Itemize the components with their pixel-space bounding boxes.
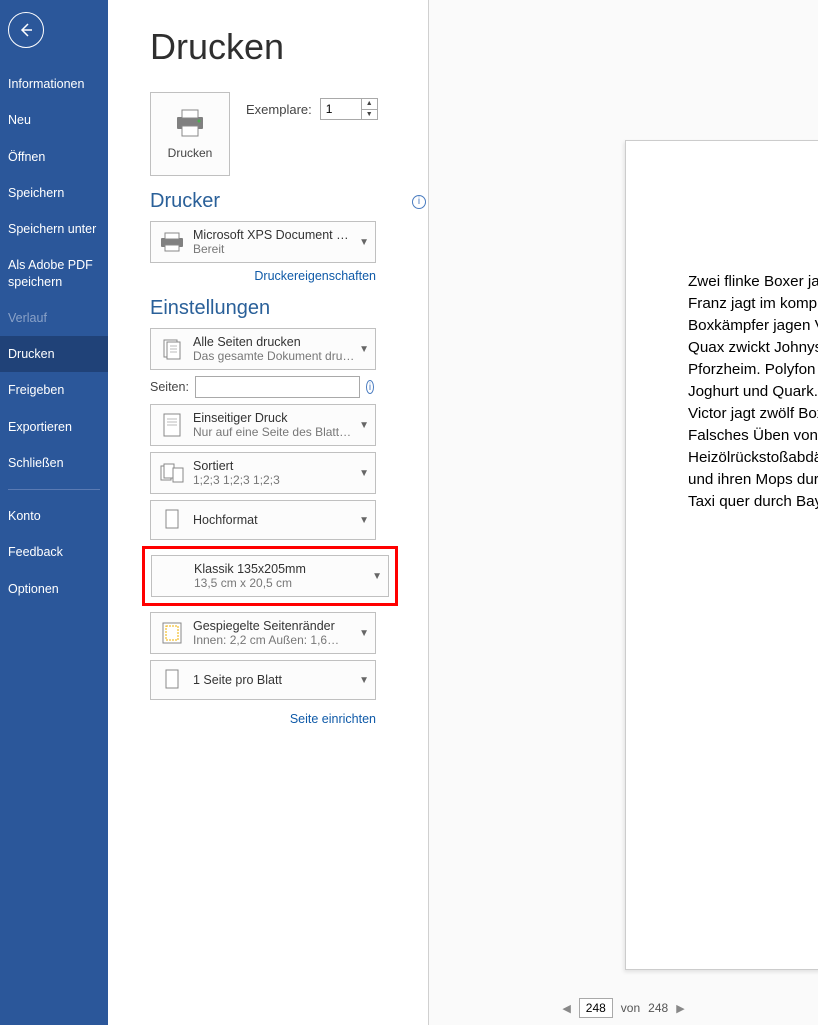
page-setup-link[interactable]: Seite einrichten — [150, 712, 376, 726]
preview-line: Franz jagt im komplett v — [688, 293, 818, 315]
sidebar-item-speichern[interactable]: Speichern — [0, 175, 108, 211]
chevron-down-icon: ▼ — [359, 468, 369, 479]
page-title: Drucken — [150, 26, 428, 68]
sidebar-item-exportieren[interactable]: Exportieren — [0, 409, 108, 445]
chevron-down-icon: ▼ — [359, 515, 369, 526]
printer-heading: Drucker — [150, 190, 220, 213]
paper-icon — [158, 561, 188, 591]
preview-line: Falsches Üben von Xy — [688, 425, 818, 447]
preview-line: Heizölrückstoßabdämpf — [688, 447, 818, 469]
chevron-down-icon: ▼ — [359, 675, 369, 686]
print-scope-line2: Das gesamte Dokument dru… — [193, 349, 355, 363]
sidebar-item-speichern-unter[interactable]: Speichern unter — [0, 211, 108, 247]
print-scope-line1: Alle Seiten drucken — [193, 335, 355, 349]
chevron-down-icon: ▼ — [359, 420, 369, 431]
paper-size-dropdown[interactable]: Klassik 135x205mm 13,5 cm x 20,5 cm ▼ — [151, 555, 389, 597]
preview-line: Quax zwickt Johnys P — [688, 337, 818, 359]
collate-line1: Sortiert — [193, 459, 355, 473]
printer-small-icon — [157, 227, 187, 257]
sidebar-item-freigeben[interactable]: Freigeben — [0, 372, 108, 408]
collate-line2: 1;2;3 1;2;3 1;2;3 — [193, 473, 355, 487]
chevron-down-icon: ▼ — [359, 344, 369, 355]
margins-icon — [157, 618, 187, 648]
copies-spinner[interactable]: ▲ ▼ — [320, 98, 378, 120]
of-label: von — [621, 1001, 640, 1015]
pages-info-icon[interactable]: i — [366, 380, 374, 394]
sidebar-item-neu[interactable]: Neu — [0, 102, 108, 138]
preview-area: Zwei flinke Boxer jagen Franz jagt im ko… — [429, 0, 818, 995]
sidebar-item-konto[interactable]: Konto — [0, 498, 108, 534]
collate-icon — [157, 458, 187, 488]
sidebar-divider — [8, 489, 100, 490]
single-side-icon — [157, 410, 187, 440]
printer-info-icon[interactable]: i — [412, 195, 426, 209]
sidebar-item-drucken[interactable]: Drucken — [0, 336, 108, 372]
chevron-down-icon: ▼ — [359, 237, 369, 248]
prev-page-button[interactable]: ◀ — [562, 1002, 570, 1015]
print-preview-pane: Zwei flinke Boxer jagen Franz jagt im ko… — [429, 0, 818, 1025]
main-area: Drucken Drucken Exemplare: ▲ ▼ — [108, 0, 818, 1025]
chevron-down-icon: ▼ — [359, 628, 369, 639]
next-page-button[interactable]: ▶ — [676, 1002, 684, 1015]
printer-icon — [173, 108, 207, 138]
duplex-dropdown[interactable]: Einseitiger Druck Nur auf eine Seite des… — [150, 404, 376, 446]
copies-up[interactable]: ▲ — [362, 99, 377, 110]
current-page-input[interactable] — [579, 998, 613, 1018]
sidebar-item-adobe-pdf[interactable]: Als Adobe PDF speichern — [0, 247, 108, 300]
settings-heading: Einstellungen — [150, 297, 270, 320]
paper-line1: Klassik 135x205mm — [194, 562, 368, 576]
portrait-icon — [157, 505, 187, 535]
printer-dropdown[interactable]: Microsoft XPS Document W… Bereit ▼ — [150, 221, 376, 263]
sidebar-item-schliessen[interactable]: Schließen — [0, 445, 108, 481]
sidebar-item-oeffnen[interactable]: Öffnen — [0, 139, 108, 175]
margins-line1: Gespiegelte Seitenränder — [193, 619, 355, 633]
pages-icon — [157, 334, 187, 364]
copies-input[interactable] — [321, 99, 361, 119]
print-settings-pane: Drucken Drucken Exemplare: ▲ ▼ — [108, 0, 428, 1025]
printer-name: Microsoft XPS Document W… — [193, 228, 355, 242]
collate-dropdown[interactable]: Sortiert 1;2;3 1;2;3 1;2;3 ▼ — [150, 452, 376, 494]
paper-line2: 13,5 cm x 20,5 cm — [194, 576, 368, 590]
preview-line: Pforzheim. Polyfon zw — [688, 359, 818, 381]
orientation-line1: Hochformat — [193, 513, 355, 527]
sheet-icon — [157, 665, 187, 695]
backstage-sidebar: Informationen Neu Öffnen Speichern Speic… — [0, 0, 108, 1025]
preview-line: Boxkämpfer jagen Vikt — [688, 315, 818, 337]
duplex-line2: Nur auf eine Seite des Blatts… — [193, 425, 355, 439]
sheets-line1: 1 Seite pro Blatt — [193, 673, 355, 687]
sidebar-item-optionen[interactable]: Optionen — [0, 571, 108, 607]
preview-line: Zwei flinke Boxer jagen — [688, 271, 818, 293]
copies-down[interactable]: ▼ — [362, 110, 377, 120]
pages-label: Seiten: — [150, 380, 189, 394]
printer-status: Bereit — [193, 242, 355, 256]
sidebar-item-informationen[interactable]: Informationen — [0, 66, 108, 102]
margins-dropdown[interactable]: Gespiegelte Seitenränder Innen: 2,2 cm A… — [150, 612, 376, 654]
sidebar-item-feedback[interactable]: Feedback — [0, 534, 108, 570]
preview-line: Joghurt und Quark. "F — [688, 381, 818, 403]
preview-page: Zwei flinke Boxer jagen Franz jagt im ko… — [625, 140, 818, 970]
printer-properties-link[interactable]: Druckereigenschaften — [150, 269, 376, 283]
print-button[interactable]: Drucken — [150, 92, 230, 176]
preview-line: und ihren Mops durch — [688, 469, 818, 491]
sidebar-item-verlauf: Verlauf — [0, 300, 108, 336]
chevron-down-icon: ▼ — [372, 571, 382, 582]
back-button[interactable] — [8, 12, 44, 48]
paper-size-highlight: Klassik 135x205mm 13,5 cm x 20,5 cm ▼ — [142, 546, 398, 606]
preview-line: Taxi quer durch Bayern — [688, 491, 818, 513]
page-nav-bar: ◀ von 248 ▶ — [429, 995, 818, 1025]
print-button-label: Drucken — [168, 146, 213, 160]
copies-label: Exemplare: — [246, 102, 312, 117]
total-pages: 248 — [648, 1001, 668, 1015]
arrow-left-icon — [17, 21, 35, 39]
margins-line2: Innen: 2,2 cm Außen: 1,6… — [193, 633, 355, 647]
orientation-dropdown[interactable]: Hochformat ▼ — [150, 500, 376, 540]
preview-line: Victor jagt zwölf Boxk — [688, 403, 818, 425]
duplex-line1: Einseitiger Druck — [193, 411, 355, 425]
sheets-dropdown[interactable]: 1 Seite pro Blatt ▼ — [150, 660, 376, 700]
pages-input[interactable] — [195, 376, 360, 398]
print-scope-dropdown[interactable]: Alle Seiten drucken Das gesamte Dokument… — [150, 328, 376, 370]
